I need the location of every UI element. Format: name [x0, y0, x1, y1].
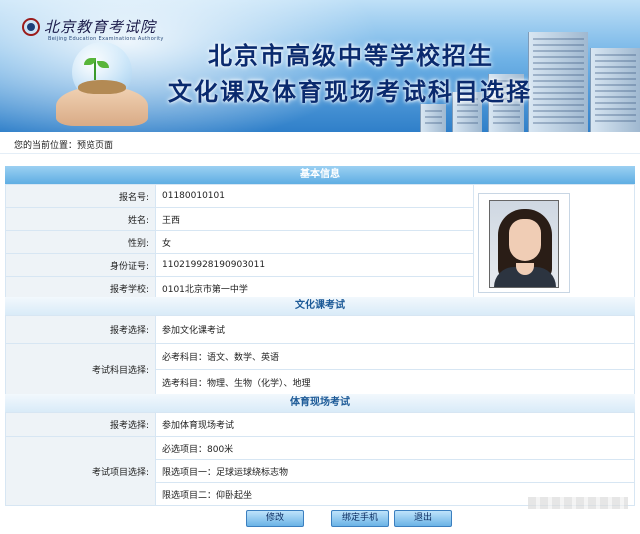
- soil-illustration: [78, 80, 126, 94]
- required-subjects: 必考科目：语文、数学、英语: [155, 343, 635, 370]
- name-value: 王西: [155, 207, 474, 231]
- culture-exam-section: 文化课考试 报考选择: 参加文化课考试 考试科目选择: 必考科目：语文、数学、英…: [5, 297, 635, 396]
- building-illustration: [590, 48, 640, 132]
- reg-number-value: 01180010101: [155, 184, 474, 208]
- name-label: 姓名:: [5, 207, 156, 231]
- breadcrumb-text: 您的当前位置：预览页面: [14, 141, 114, 151]
- gender-value: 女: [155, 230, 474, 254]
- culture-choice-label: 报考选择:: [5, 315, 156, 344]
- sports-choice-value: 参加体育现场考试: [155, 412, 635, 437]
- elective-subjects: 选考科目：物理、生物（化学）、地理: [155, 369, 635, 396]
- student-photo: [489, 200, 559, 288]
- sports-exam-header: 体育现场考试: [5, 394, 635, 412]
- sports-item-required: 必选项目：800米: [155, 436, 635, 460]
- sports-item-limited-1: 限选项目一：足球运球绕标志物: [155, 459, 635, 483]
- bind-phone-button[interactable]: 绑定手机: [331, 510, 389, 527]
- table-row: 报考选择: 参加文化课考试: [5, 315, 635, 344]
- culture-exam-header: 文化课考试: [5, 297, 635, 315]
- sprout-icon: [84, 58, 109, 80]
- building-illustration: [420, 104, 446, 132]
- building-illustration: [528, 32, 588, 132]
- culture-exam-table: 报考选择: 参加文化课考试 考试科目选择: 必考科目：语文、数学、英语 选考科目…: [5, 315, 635, 396]
- exit-button[interactable]: 退出: [394, 510, 452, 527]
- logo-emblem-icon: [22, 17, 40, 36]
- table-row: 考试科目选择: 必考科目：语文、数学、英语: [5, 343, 635, 396]
- id-number-label: 身份证号:: [5, 253, 156, 277]
- site-logo: 北京教育考试院: [22, 16, 156, 37]
- page-title-line2: 文化课及体育现场考试科目选择: [168, 77, 532, 106]
- sports-exam-section: 体育现场考试 报考选择: 参加体育现场考试 考试项目选择: 必选项目：800米 …: [5, 394, 635, 506]
- reg-number-label: 报名号:: [5, 184, 156, 208]
- id-number-value: 110219928190903011: [155, 253, 474, 277]
- page-title-line1: 北京市高级中等学校招生: [208, 41, 494, 70]
- header-banner: 北京教育考试院 Beijing Education Examinations A…: [0, 0, 640, 132]
- basic-info-header: 基本信息: [5, 166, 635, 184]
- logo-text: 北京教育考试院: [44, 18, 157, 36]
- table-row: 考试项目选择: 必选项目：800米: [5, 436, 635, 506]
- culture-subjects-label: 考试科目选择:: [5, 343, 156, 396]
- sports-items-label: 考试项目选择:: [5, 436, 156, 506]
- logo-subtitle: Beijing Education Examinations Authority: [48, 36, 164, 42]
- sports-choice-label: 报考选择:: [5, 412, 156, 437]
- table-row: 报考选择: 参加体育现场考试: [5, 412, 635, 437]
- culture-choice-value: 参加文化课考试: [155, 315, 635, 344]
- sports-exam-table: 报考选择: 参加体育现场考试 考试项目选择: 必选项目：800米 限选项目一：足…: [5, 412, 635, 506]
- student-photo-frame: [478, 193, 570, 293]
- edit-button[interactable]: 修改: [246, 510, 304, 527]
- gender-label: 性别:: [5, 230, 156, 254]
- obscured-watermark: [528, 497, 628, 509]
- breadcrumb: 您的当前位置：预览页面: [0, 132, 640, 154]
